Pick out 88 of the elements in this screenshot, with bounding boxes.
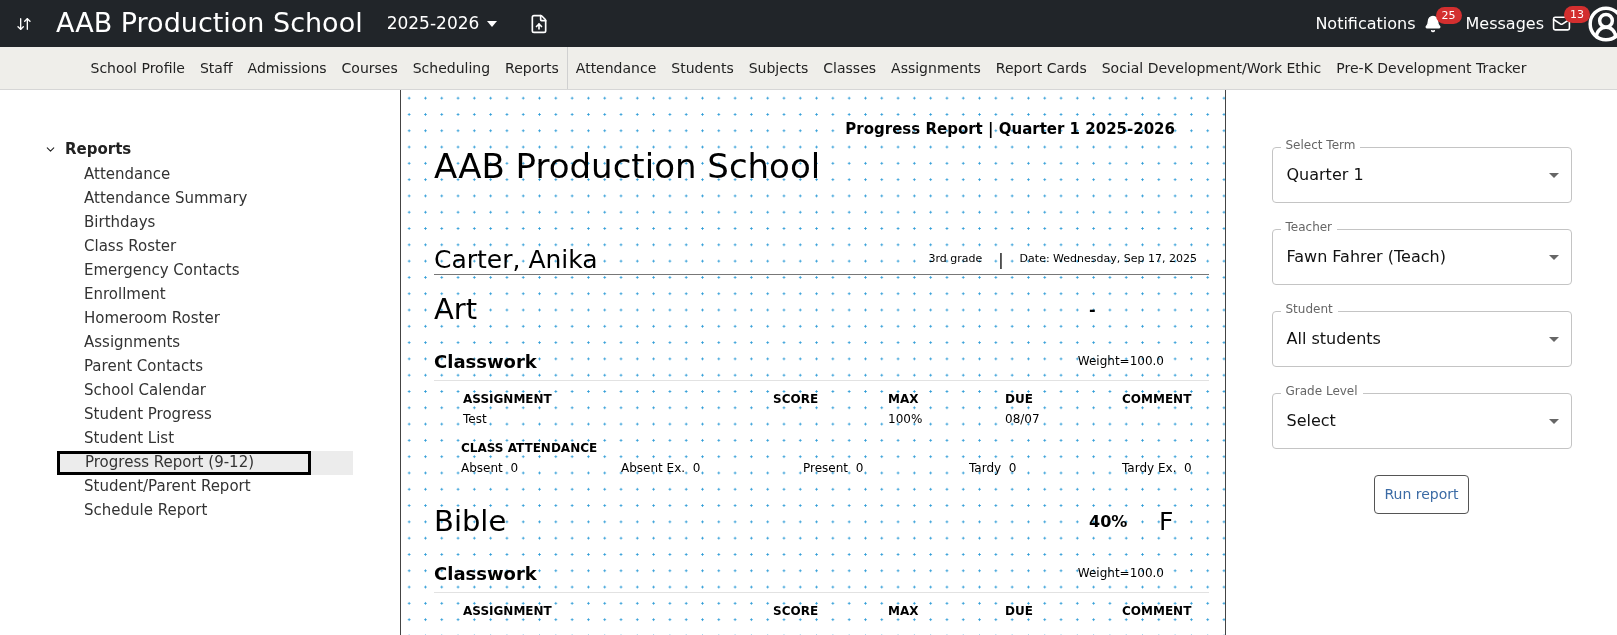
- school-title: AAB Production School: [56, 6, 363, 41]
- sidebar-item[interactable]: Enrollment: [44, 282, 166, 307]
- category-name: Classwork: [434, 349, 538, 374]
- notifications-link[interactable]: Notifications: [1315, 11, 1416, 36]
- nav-link[interactable]: Subjects: [748, 57, 809, 79]
- sidebar-item[interactable]: Student Progress: [44, 402, 212, 427]
- column-header: SCORE: [773, 390, 820, 408]
- field-label: Student: [1280, 303, 1338, 315]
- sidebar-item[interactable]: Birthdays: [44, 210, 156, 235]
- nav-link[interactable]: School Profile: [90, 57, 185, 79]
- nav-link[interactable]: Report Cards: [995, 57, 1087, 79]
- letter-grade: F: [1159, 505, 1175, 538]
- sidebar-item[interactable]: Parent Contacts: [44, 354, 203, 379]
- nav-link[interactable]: Scheduling: [412, 57, 491, 79]
- field-value: Fawn Fahrer (Teach): [1286, 246, 1446, 268]
- field-value: All students: [1286, 328, 1381, 350]
- caret-icon: [1548, 336, 1559, 342]
- separator: |: [998, 248, 1004, 271]
- report-school-name: AAB Production School: [434, 148, 821, 183]
- attendance-count: Tardy 0: [969, 459, 1018, 477]
- sidebar-item[interactable]: Emergency Contacts: [44, 258, 240, 283]
- column-header: ASSIGNMENT: [463, 390, 553, 408]
- report-heading: Progress Report | Quarter 1 2025-2026: [845, 119, 1175, 140]
- reports-section-toggle[interactable]: Reports: [44, 138, 132, 161]
- sidebar-item[interactable]: Attendance: [44, 162, 171, 187]
- nav-link[interactable]: Courses: [341, 57, 398, 79]
- student-name: Carter, Anika: [434, 246, 599, 272]
- nav-link[interactable]: Attendance: [575, 57, 657, 79]
- subject-name: Art: [434, 290, 479, 328]
- nav-link[interactable]: Classes: [823, 57, 877, 79]
- column-header: DUE: [1005, 602, 1034, 620]
- sidebar-item[interactable]: Assignments: [44, 330, 181, 355]
- category-weight: Weight=100.0: [1077, 353, 1164, 370]
- column-header: COMMENT: [1122, 602, 1193, 620]
- file-upload-icon[interactable]: [529, 13, 550, 34]
- category-name: Classwork: [434, 561, 538, 586]
- run-report-button[interactable]: Run report: [1374, 475, 1469, 514]
- sidebar-item[interactable]: Student/Parent Report: [44, 474, 251, 499]
- sidebar-item[interactable]: Homeroom Roster: [44, 306, 220, 331]
- subject-percent: -: [1089, 298, 1097, 321]
- caret-icon: [1548, 254, 1559, 260]
- nav-link[interactable]: Pre-K Development Tracker: [1336, 57, 1527, 79]
- field-label: Grade Level: [1280, 385, 1363, 397]
- attendance-count: Absent 0: [461, 459, 520, 477]
- user-icon[interactable]: [1587, 4, 1617, 43]
- category-weight: Weight=100.0: [1077, 565, 1164, 582]
- table-cell-text: 100%: [888, 410, 924, 428]
- field-label: Teacher: [1280, 221, 1338, 233]
- caret-icon: [1548, 418, 1559, 424]
- column-header: ASSIGNMENT: [463, 602, 553, 620]
- sidebar-item[interactable]: Progress Report (9-12): [57, 450, 311, 475]
- nav-link[interactable]: Students: [671, 57, 734, 79]
- field-value: Quarter 1: [1286, 164, 1364, 186]
- attendance-count: Present 0: [803, 459, 865, 477]
- nav-link[interactable]: Reports: [505, 57, 559, 79]
- attendance-count: Tardy Ex. 0: [1122, 459, 1193, 477]
- caret-icon: [487, 20, 498, 27]
- subject-name: Bible: [434, 502, 508, 540]
- nav-link[interactable]: Admissions: [247, 57, 327, 79]
- sidebar-item[interactable]: School Calendar: [44, 378, 206, 403]
- column-header: MAX: [888, 602, 920, 620]
- nav-link[interactable]: Staff: [200, 57, 233, 79]
- grade-level: 3rd grade: [928, 251, 983, 267]
- column-header: DUE: [1005, 390, 1034, 408]
- field-value: Select: [1286, 410, 1336, 432]
- subject-percent: 40%: [1089, 510, 1129, 533]
- count-badge: 13: [1564, 6, 1590, 23]
- table-cell-text: 08/07: [1005, 410, 1041, 428]
- swap-icon[interactable]: [16, 15, 32, 32]
- report-date: Date: Wednesday, Sep 17, 2025: [1019, 251, 1197, 267]
- attendance-count: Absent Ex. 0: [621, 459, 702, 477]
- count-badge: 25: [1435, 6, 1462, 24]
- year-dropdown[interactable]: 2025-2026: [386, 10, 498, 37]
- sidebar-item[interactable]: Attendance Summary: [44, 186, 248, 211]
- nav-link[interactable]: Assignments: [891, 57, 981, 79]
- sidebar-item[interactable]: Class Roster: [44, 234, 177, 259]
- table-cell-text: Test: [463, 410, 488, 428]
- sidebar-item[interactable]: Student List: [44, 426, 175, 451]
- bell-icon[interactable]: [1423, 14, 1442, 33]
- column-header: SCORE: [773, 602, 820, 620]
- caret-icon: [1548, 172, 1559, 178]
- messages-link[interactable]: Messages: [1465, 11, 1544, 36]
- attendance-title: CLASS ATTENDANCE: [461, 439, 599, 457]
- column-header: COMMENT: [1122, 390, 1193, 408]
- column-header: MAX: [888, 390, 920, 408]
- field-label: Select Term: [1280, 139, 1361, 151]
- nav-link[interactable]: Social Development/Work Ethic: [1101, 57, 1322, 79]
- sidebar-item[interactable]: Schedule Report: [44, 498, 208, 523]
